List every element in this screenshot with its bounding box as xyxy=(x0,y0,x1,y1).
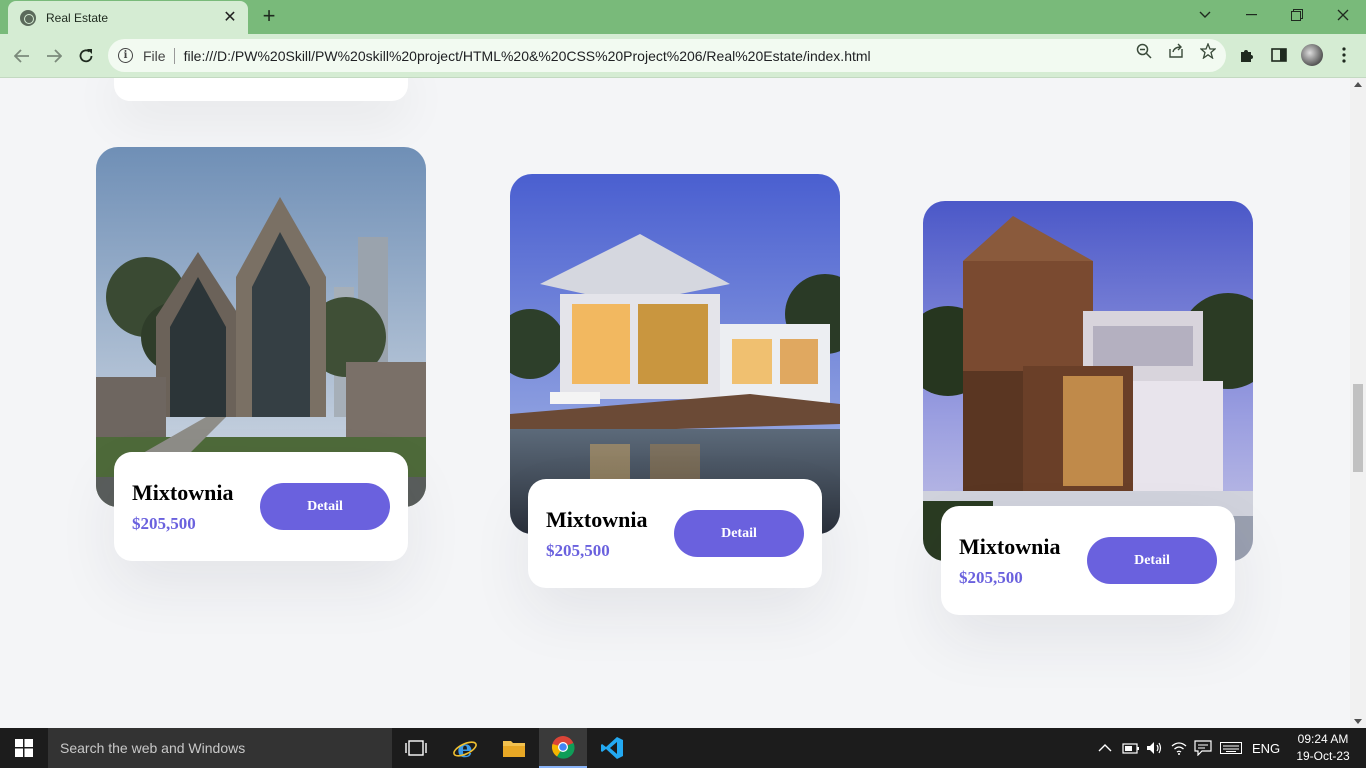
property-price: $205,500 xyxy=(959,568,1023,587)
reload-button[interactable] xyxy=(74,44,98,68)
battery-icon[interactable] xyxy=(1122,728,1140,768)
new-tab-button[interactable]: + xyxy=(258,5,280,28)
restore-button[interactable] xyxy=(1274,0,1320,30)
internet-explorer-icon[interactable]: e xyxy=(441,728,489,768)
browser-tab[interactable]: Real Estate ✕ xyxy=(8,1,248,34)
svg-text:e: e xyxy=(457,735,472,761)
tab-close-icon[interactable]: ✕ xyxy=(222,9,238,26)
minimize-button[interactable] xyxy=(1228,0,1274,30)
zoom-icon[interactable] xyxy=(1136,43,1152,59)
detail-button[interactable]: Detail xyxy=(260,483,390,530)
tab-search-chevron-icon[interactable] xyxy=(1182,0,1228,30)
profile-avatar[interactable] xyxy=(1301,44,1323,66)
extensions-puzzle-icon[interactable] xyxy=(1238,47,1256,65)
clock-time: 09:24 AM xyxy=(1297,732,1349,746)
property-name: Mixtownia xyxy=(546,507,648,532)
property-card: Mixtownia $205,500 Detail xyxy=(923,201,1253,615)
property-card: Mixtownia $205,500 Detail xyxy=(510,174,840,588)
taskbar-search-input[interactable]: Search the web and Windows xyxy=(48,728,392,768)
volume-icon[interactable] xyxy=(1146,728,1164,768)
property-price: $205,500 xyxy=(132,514,196,533)
scheme-label: File xyxy=(143,47,175,64)
scrollbar-thumb[interactable] xyxy=(1353,384,1363,472)
partial-card-above xyxy=(114,78,408,101)
browser-tab-strip: Real Estate ✕ + xyxy=(0,0,1366,34)
notifications-icon[interactable] xyxy=(1194,728,1212,768)
close-window-button[interactable] xyxy=(1320,0,1366,30)
share-icon[interactable] xyxy=(1168,43,1184,59)
property-info-card: Mixtownia $205,500 Detail xyxy=(941,506,1235,615)
language-indicator[interactable]: ENG xyxy=(1252,728,1280,768)
property-info-card: Mixtownia $205,500 Detail xyxy=(114,452,408,561)
property-name: Mixtownia xyxy=(132,480,234,505)
file-explorer-icon[interactable] xyxy=(490,728,538,768)
bookmark-star-icon[interactable] xyxy=(1199,42,1217,60)
windows-start-icon[interactable] xyxy=(0,728,48,768)
property-card: Mixtownia $205,500 Detail xyxy=(96,147,426,561)
detail-button[interactable]: Detail xyxy=(1087,537,1217,584)
kebab-menu-icon[interactable] xyxy=(1335,47,1353,65)
browser-toolbar: i File file:///D:/PW%20Skill/PW%20skill%… xyxy=(0,34,1366,78)
keyboard-icon[interactable] xyxy=(1220,728,1242,768)
tab-title: Real Estate xyxy=(46,10,109,25)
task-view-icon[interactable] xyxy=(392,728,440,768)
taskbar-clock[interactable]: 09:24 AM 19-Oct-23 xyxy=(1288,731,1358,765)
scroll-down-arrow-icon[interactable] xyxy=(1354,719,1362,724)
property-name: Mixtownia xyxy=(959,534,1061,559)
chrome-taskbar-icon[interactable] xyxy=(539,728,587,768)
wifi-icon[interactable] xyxy=(1170,728,1188,768)
url-text[interactable]: file:///D:/PW%20Skill/PW%20skill%20proje… xyxy=(184,48,871,64)
tray-chevron-up-icon[interactable] xyxy=(1098,728,1112,768)
windows-taskbar: Search the web and Windows e ENG 09:24 A… xyxy=(0,728,1366,768)
address-bar[interactable]: i File file:///D:/PW%20Skill/PW%20skill%… xyxy=(108,39,1226,72)
vscode-icon[interactable] xyxy=(588,728,636,768)
property-info-card: Mixtownia $205,500 Detail xyxy=(528,479,822,588)
globe-icon xyxy=(20,9,36,26)
property-price: $205,500 xyxy=(546,541,610,560)
clock-date: 19-Oct-23 xyxy=(1296,749,1350,763)
page-viewport: Mixtownia $205,500 Detail Mixtownia $205… xyxy=(0,78,1350,728)
site-info-icon[interactable]: i xyxy=(118,48,133,63)
back-button[interactable] xyxy=(10,44,34,68)
forward-button[interactable] xyxy=(42,44,66,68)
scroll-up-arrow-icon[interactable] xyxy=(1354,82,1362,87)
page-scrollbar[interactable] xyxy=(1350,78,1366,728)
detail-button[interactable]: Detail xyxy=(674,510,804,557)
side-panel-icon[interactable] xyxy=(1270,47,1288,65)
